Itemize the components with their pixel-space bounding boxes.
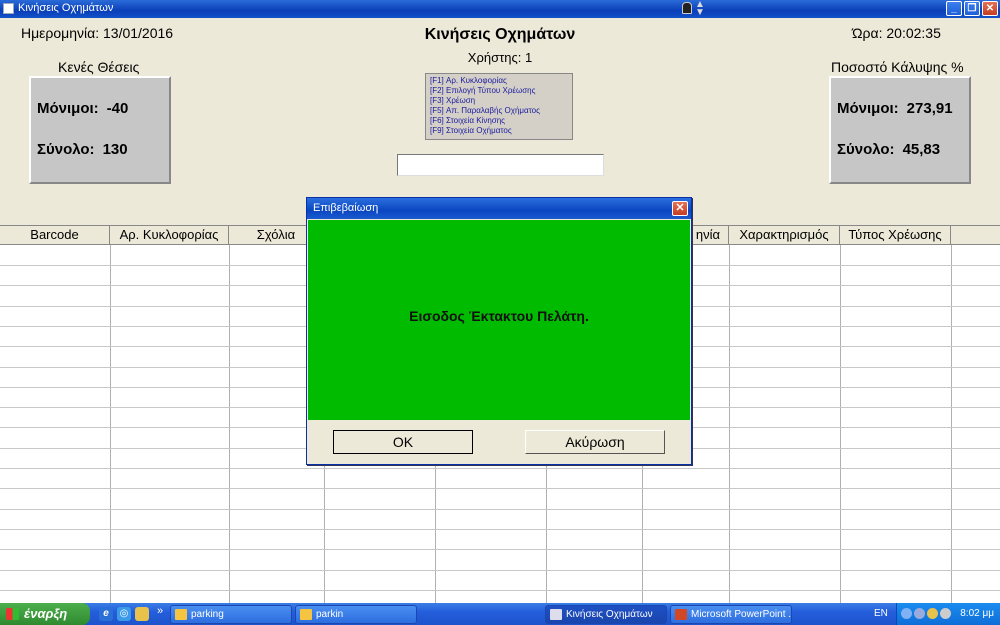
coverage-permanent-row: Μόνιμοι: 273,91 <box>837 100 961 117</box>
system-tray: 8:02 μμ <box>896 603 1000 625</box>
task-vehicle-movements[interactable]: Κινήσεις Οχημάτων <box>545 605 667 624</box>
start-button[interactable]: έναρξη <box>0 603 90 625</box>
coverage-permanent-label: Μόνιμοι: <box>837 100 899 117</box>
free-total-value: 130 <box>102 141 128 158</box>
grid-row-line <box>0 488 1000 489</box>
grid-row-line <box>0 529 1000 530</box>
updown-icon: ▲ ▼ <box>695 0 705 18</box>
coverage-heading: Ποσοστό Κάλυψης % <box>831 59 964 75</box>
start-label: έναρξη <box>24 606 68 621</box>
task-parkin[interactable]: parkin <box>295 605 417 624</box>
chevron-icon[interactable]: » <box>153 604 167 618</box>
dialog-body: Εισοδος Έκτακτου Πελάτη. <box>308 220 690 420</box>
task-parking[interactable]: parking <box>170 605 292 624</box>
window-icon <box>550 609 562 620</box>
task-powerpoint[interactable]: Microsoft PowerPoint ... <box>670 605 792 624</box>
window-titlebar[interactable]: Κινήσεις Οχημάτων ▲ ▼ _ ❐ ✕ <box>0 0 1000 18</box>
minimize-button[interactable]: _ <box>946 1 962 16</box>
security-icon[interactable] <box>927 608 938 619</box>
grid-row-line <box>0 509 1000 510</box>
column-header-characterization[interactable]: Χαρακτηρισμός <box>729 226 840 245</box>
ie-icon[interactable]: e <box>99 607 113 621</box>
browser-icon[interactable]: ◎ <box>117 607 131 621</box>
column-header-charge-type[interactable]: Τύπος Χρέωσης <box>840 226 951 245</box>
time-label: Ώρα: 20:02:35 <box>852 25 941 41</box>
main-panel: Ημερομηνία: 13/01/2016 Κινήσεις Οχημάτων… <box>0 18 1000 603</box>
lock-icon <box>682 2 692 14</box>
dialog-close-button[interactable]: ✕ <box>672 201 688 216</box>
page-title: Κινήσεις Οχημάτων <box>424 26 576 43</box>
grid-row-line <box>0 570 1000 571</box>
barcode-input[interactable] <box>397 154 604 176</box>
cancel-button[interactable]: Ακύρωση <box>525 430 665 454</box>
free-permanent-label: Μόνιμοι: <box>37 100 99 117</box>
coverage-total-row: Σύνολο: 45,83 <box>837 141 948 158</box>
folder-icon[interactable] <box>135 607 149 621</box>
coverage-permanent-value: 273,91 <box>906 100 953 117</box>
column-header-filler <box>951 226 1000 245</box>
coverage-total-label: Σύνολο: <box>837 141 895 158</box>
dialog-titlebar[interactable]: Επιβεβαίωση <box>307 198 691 219</box>
maximize-button[interactable]: ❐ <box>964 1 980 16</box>
shortcut-item: [F2] Επιλογή Τύπου Χρέωσης <box>430 86 536 95</box>
ok-button[interactable]: OK <box>333 430 473 454</box>
grid-row-line <box>0 468 1000 469</box>
grid-row-line <box>0 590 1000 591</box>
free-permanent-row: Μόνιμοι: -40 <box>37 100 136 117</box>
dialog-message: Εισοδος Έκτακτου Πελάτη. <box>409 308 589 324</box>
shortcuts-panel: [F1] Αρ. Κυκλοφορίας [F2] Επιλογή Τύπου … <box>425 73 573 140</box>
window-title: Κινήσεις Οχημάτων <box>18 2 114 14</box>
help-icon[interactable] <box>901 608 912 619</box>
free-total-row: Σύνολο: 130 <box>37 141 136 158</box>
shortcut-item: [F5] Απ. Παραλαβής Οχήματος <box>430 106 540 115</box>
network-icon[interactable] <box>914 608 925 619</box>
coverage-box: Μόνιμοι: 273,91 Σύνολο: 45,83 <box>829 76 971 184</box>
task-label: parkin <box>316 609 344 620</box>
folder-icon <box>175 609 187 620</box>
powerpoint-icon <box>675 609 687 620</box>
wifi-icon[interactable] <box>940 608 951 619</box>
column-header-barcode[interactable]: Barcode <box>0 226 110 245</box>
free-permanent-value: -40 <box>106 100 129 117</box>
column-header-plate[interactable]: Αρ. Κυκλοφορίας <box>110 226 229 245</box>
close-button[interactable]: ✕ <box>982 1 998 16</box>
grid-row-line <box>0 549 1000 550</box>
folder-icon <box>300 609 312 620</box>
shortcut-item: [F1] Αρ. Κυκλοφορίας <box>430 76 507 85</box>
app-icon <box>3 3 14 14</box>
free-spaces-heading: Κενές Θέσεις <box>58 59 140 75</box>
free-spaces-box: Μόνιμοι: -40 Σύνολο: 130 <box>29 76 171 184</box>
clock: 8:02 μμ <box>960 608 994 619</box>
shortcut-item: [F3] Χρέωση <box>430 96 476 105</box>
confirm-dialog[interactable]: Επιβεβαίωση ✕ Εισοδος Έκτακτου Πελάτη. O… <box>306 197 692 465</box>
task-label: Κινήσεις Οχημάτων <box>566 609 653 620</box>
shortcut-item: [F6] Στοιχεία Κίνησης <box>430 116 506 125</box>
coverage-total-value: 45,83 <box>902 141 941 158</box>
shortcut-item: [F9] Στοιχεία Οχήματος <box>430 126 512 135</box>
task-label: Microsoft PowerPoint ... <box>691 609 792 620</box>
windows-flag-icon <box>6 608 19 620</box>
task-label: parking <box>191 609 224 620</box>
taskbar: έναρξη e ◎ » parking parkin Κινήσεις Οχη… <box>0 603 1000 625</box>
language-indicator[interactable]: EN <box>874 608 888 619</box>
free-total-label: Σύνολο: <box>37 141 95 158</box>
dialog-title: Επιβεβαίωση <box>313 202 379 214</box>
